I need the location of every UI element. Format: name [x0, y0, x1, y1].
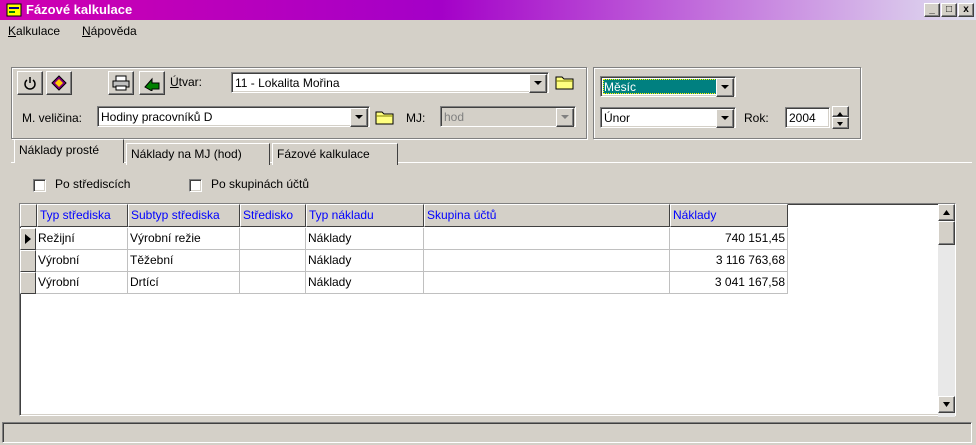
maximize-button[interactable]: □ [941, 3, 957, 17]
cell-typ-strediska[interactable]: Výrobní [36, 250, 128, 272]
current-row-arrow-icon [25, 234, 31, 244]
cell-stredisko[interactable] [240, 250, 306, 272]
spin-up-icon[interactable] [832, 106, 849, 117]
folder-icon [375, 111, 394, 125]
cell-naklady[interactable]: 3 116 763,68 [670, 250, 788, 272]
chevron-down-icon[interactable] [716, 109, 734, 128]
cell-typ-nakladu[interactable]: Náklady [306, 272, 424, 294]
data-grid[interactable]: Typ střediska Subtyp střediska Středisko… [19, 203, 956, 417]
col-naklady[interactable]: Náklady [670, 204, 788, 227]
scroll-up-button[interactable] [938, 204, 955, 221]
folder-icon [555, 76, 574, 90]
window-title: Fázové kalkulace [26, 2, 133, 17]
grid-header: Typ střediska Subtyp střediska Středisko… [20, 204, 788, 227]
printer-icon [112, 75, 130, 91]
mveliciny-folder-button[interactable] [375, 107, 395, 127]
vertical-scrollbar[interactable] [938, 204, 955, 417]
table-row[interactable]: Výrobní Drtící Náklady 3 041 167,58 [20, 272, 788, 294]
scroll-thumb[interactable] [938, 221, 955, 245]
col-skupina-uctu[interactable]: Skupina účtů [424, 204, 670, 227]
title-bar[interactable]: Fázové kalkulace _ □ x [0, 0, 976, 20]
tab-naklady-na-mj[interactable]: Náklady na MJ (hod) [126, 143, 270, 165]
po-strediscich-checkbox[interactable] [33, 179, 46, 192]
chevron-down-icon[interactable] [529, 74, 547, 93]
app-icon [6, 2, 22, 18]
cell-stredisko[interactable] [240, 228, 306, 250]
status-bar [2, 422, 972, 443]
cell-typ-nakladu[interactable]: Náklady [306, 250, 424, 272]
chevron-down-icon[interactable] [350, 108, 368, 127]
col-typ-nakladu[interactable]: Typ nákladu [306, 204, 424, 227]
close-button[interactable]: x [958, 3, 974, 17]
cell-skupina-uctu[interactable] [424, 250, 670, 272]
mj-select: hod [440, 106, 576, 127]
po-strediscich-label: Po střediscích [55, 177, 131, 191]
cell-naklady[interactable]: 3 041 167,58 [670, 272, 788, 294]
po-skupinach-label: Po skupinách účtů [211, 177, 310, 191]
col-typ-strediska[interactable]: Typ střediska [37, 204, 128, 227]
cell-typ-strediska[interactable]: Výrobní [36, 272, 128, 294]
cell-subtyp-strediska[interactable]: Těžební [128, 250, 240, 272]
row-indicator[interactable] [20, 250, 36, 272]
row-indicator[interactable] [20, 228, 36, 250]
power-button[interactable] [17, 71, 43, 95]
mveliciny-label: M. veličina: [22, 111, 83, 125]
utvar-select[interactable]: 11 - Lokalita Mořina [231, 72, 549, 93]
year-spinner[interactable] [832, 106, 849, 129]
tab-naklady-proste[interactable]: Náklady prosté [14, 139, 124, 163]
cell-subtyp-strediska[interactable]: Výrobní režie [128, 228, 240, 250]
col-subtyp-strediska[interactable]: Subtyp střediska [128, 204, 240, 227]
period-type-select[interactable]: Měsíc [600, 76, 736, 97]
export-button[interactable] [139, 71, 165, 95]
utvar-label: Útvar: [170, 75, 203, 89]
power-icon [24, 77, 36, 90]
cell-stredisko[interactable] [240, 272, 306, 294]
book-icon [51, 75, 67, 91]
scroll-down-button[interactable] [938, 396, 955, 413]
month-select[interactable]: Únor [600, 107, 736, 128]
mj-label: MJ: [406, 111, 426, 125]
mveliciny-select[interactable]: Hodiny pracovníků D [97, 106, 370, 127]
utvar-folder-button[interactable] [555, 72, 575, 92]
menu-kalkulace[interactable]: Kalkulace [8, 24, 60, 38]
scroll-down-icon [943, 402, 950, 407]
cell-naklady[interactable]: 740 151,45 [670, 228, 788, 250]
chevron-down-icon [556, 108, 574, 127]
col-stredisko[interactable]: Středisko [240, 204, 306, 227]
po-skupinach-checkbox[interactable] [189, 179, 202, 192]
year-input[interactable]: 2004 [785, 107, 830, 128]
export-arrow-icon [144, 77, 160, 91]
cell-skupina-uctu[interactable] [424, 272, 670, 294]
cell-typ-nakladu[interactable]: Náklady [306, 228, 424, 250]
scroll-up-icon [943, 210, 950, 215]
cell-typ-strediska[interactable]: Režijní [36, 228, 128, 250]
cell-subtyp-strediska[interactable]: Drtící [128, 272, 240, 294]
row-indicator[interactable] [20, 272, 36, 294]
tab-fazove-kalkulace[interactable]: Fázové kalkulace [272, 143, 398, 165]
grid-corner [20, 204, 37, 227]
cell-skupina-uctu[interactable] [424, 228, 670, 250]
menu-bar: Kalkulace Nápověda [0, 20, 976, 42]
book-button[interactable] [46, 71, 72, 95]
chevron-down-icon[interactable] [716, 78, 734, 97]
menu-napoveda[interactable]: Nápověda [82, 24, 137, 38]
table-row[interactable]: Výrobní Těžební Náklady 3 116 763,68 [20, 250, 788, 272]
table-row[interactable]: Režijní Výrobní režie Náklady 740 151,45 [20, 228, 788, 250]
year-label: Rok: [744, 111, 769, 125]
minimize-button[interactable]: _ [924, 3, 940, 17]
print-button[interactable] [108, 71, 134, 95]
spin-down-icon[interactable] [832, 117, 849, 129]
